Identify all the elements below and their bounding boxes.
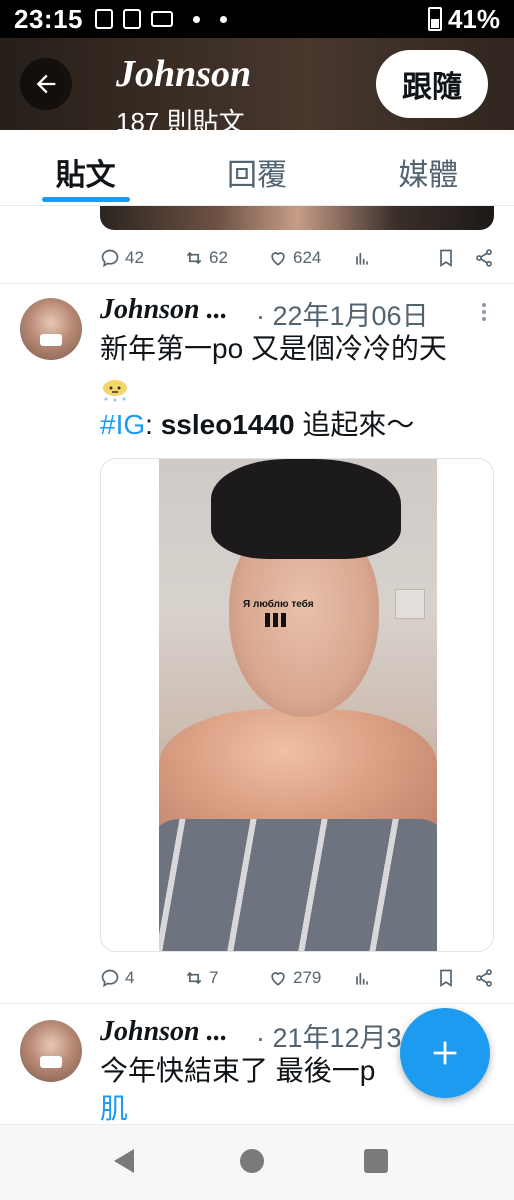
hashtag-link[interactable]: 肌 [100, 1093, 128, 1124]
share-icon[interactable] [474, 248, 494, 268]
profile-name: Johnson [116, 53, 252, 95]
photo-blanket [159, 819, 437, 951]
views-button[interactable] [352, 968, 432, 988]
nav-recents-icon[interactable] [364, 1149, 388, 1173]
views-icon [356, 253, 368, 265]
tweet-actions: 4 7 279 [100, 963, 494, 993]
tweet-date[interactable]: · 22年1月06日 [256, 294, 429, 333]
tweet-divider [0, 1003, 514, 1004]
reply-icon [101, 249, 119, 268]
views-icon [356, 973, 368, 985]
system-nav-bar [0, 1124, 514, 1200]
hashtag-colon: : [145, 409, 161, 440]
reply-icon [101, 969, 119, 988]
retweet-icon [186, 251, 202, 265]
compose-plus-icon [433, 1041, 457, 1065]
status-time: 23:15 [14, 3, 83, 34]
more-icon[interactable] [482, 300, 488, 324]
retweet-count: 7 [209, 968, 219, 987]
instagram-account: ssleo1440 [160, 409, 295, 440]
snow-cloud-emoji-icon [103, 379, 127, 402]
reply-count: 42 [125, 248, 144, 267]
tab-label: 貼文 [55, 159, 116, 192]
previous-tweet-media[interactable] [100, 206, 494, 230]
like-button[interactable]: 624 [268, 248, 352, 268]
mail-icon [151, 11, 173, 27]
like-count: 624 [293, 248, 322, 267]
status-bar: 23:15 41% [0, 0, 514, 38]
tweet-photo[interactable]: Я люблю тебя [159, 459, 437, 951]
retweet-icon [186, 971, 202, 985]
share-icon[interactable] [474, 968, 494, 988]
bookmark-icon[interactable] [436, 248, 456, 268]
reply-button[interactable]: 42 [100, 248, 184, 268]
like-icon [271, 252, 285, 266]
photo-hair [211, 459, 401, 559]
profile-tabs: 貼文 回覆 媒體 [0, 130, 514, 206]
battery-icon [427, 7, 442, 31]
tweet-author-name[interactable]: Johnson ... [100, 294, 228, 326]
nav-home-icon[interactable] [240, 1149, 264, 1173]
compose-button[interactable] [400, 1008, 490, 1098]
tweet-media[interactable]: Я люблю тебя [100, 458, 494, 952]
photo-sticker-text: Я люблю тебя [243, 599, 314, 610]
tweet-date[interactable]: · 21年12月3 [256, 1016, 402, 1055]
active-tab-indicator [42, 197, 130, 202]
tweet-body: 新年第一po 又是個冷冷的天 [100, 333, 447, 364]
like-count: 279 [293, 968, 322, 987]
post-count: 187 則貼文 [116, 107, 245, 130]
like-icon [271, 972, 285, 986]
views-button[interactable] [352, 248, 432, 268]
like-button[interactable]: 279 [268, 968, 352, 988]
calendar-icon [123, 9, 141, 29]
tweet-author-name[interactable]: Johnson ... [100, 1016, 228, 1048]
notification-dot-icon [193, 15, 200, 23]
tab-posts[interactable]: 貼文 [0, 130, 171, 205]
tab-label: 媒體 [398, 159, 459, 192]
reply-count: 4 [125, 968, 135, 987]
avatar[interactable] [20, 298, 82, 360]
photo-wall-switch [395, 589, 425, 619]
avatar[interactable] [20, 1020, 82, 1082]
photo-sticker: Я люблю тебя [243, 599, 314, 627]
back-button[interactable] [20, 58, 72, 110]
follow-button[interactable]: 跟隨 [376, 50, 488, 118]
tweet-suffix: 追起來～ [294, 409, 415, 440]
tweet-divider [0, 283, 514, 284]
battery-level: 41% [447, 3, 500, 34]
previous-tweet-actions: 42 62 624 [100, 243, 494, 273]
retweet-button[interactable]: 7 [184, 968, 268, 988]
tab-replies[interactable]: 回覆 [171, 130, 342, 205]
back-arrow-icon [36, 74, 56, 94]
profile-header: Johnson 187 則貼文 跟隨 [0, 38, 514, 130]
retweet-button[interactable]: 62 [184, 248, 268, 268]
notification-dot-icon [220, 15, 227, 23]
tweet-body: 今年快結束了 最後一p [100, 1055, 376, 1086]
tweet-text: 新年第一po 又是個冷冷的天 #IG: ssleo1440 追起來～ [100, 330, 500, 444]
bookmark-icon[interactable] [436, 968, 456, 988]
tab-label: 回覆 [226, 159, 287, 192]
hashtag-link[interactable]: #IG [100, 409, 145, 440]
reply-button[interactable]: 4 [100, 968, 184, 988]
nav-back-icon[interactable] [112, 1147, 136, 1175]
tab-media[interactable]: 媒體 [343, 130, 514, 205]
retweet-count: 62 [209, 248, 228, 267]
sync-icon [95, 9, 113, 29]
